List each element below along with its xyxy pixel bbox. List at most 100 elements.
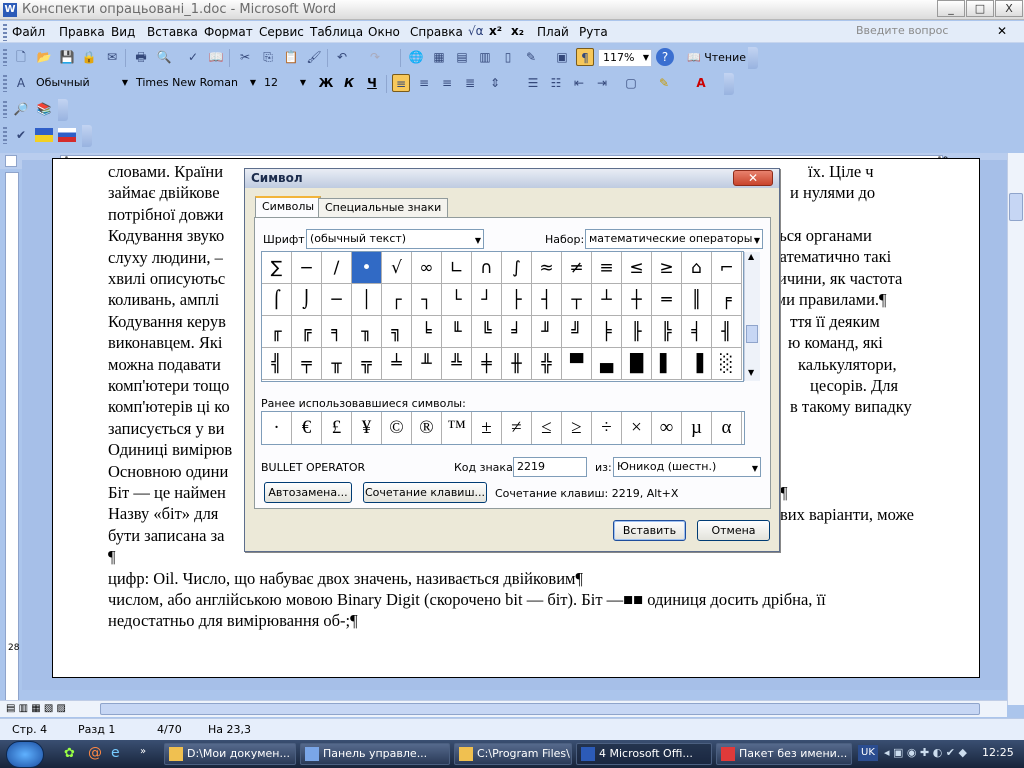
start-button[interactable] [6, 741, 44, 768]
document-line[interactable]: цифр: Oil. Число, що набуває двох значен… [108, 569, 583, 589]
new-document-icon[interactable]: 🗋 [12, 48, 30, 66]
document-line[interactable]: комп'ютери тощо [108, 376, 229, 396]
subscript-icon[interactable]: x₂ [511, 24, 524, 38]
underline-button[interactable]: Ч [363, 74, 381, 92]
ukrainian-flag-icon[interactable] [35, 128, 53, 142]
document-line[interactable]: Біт — це наймен [108, 483, 226, 503]
zoom-select[interactable]: 117% ▼ [598, 49, 652, 67]
scroll-thumb[interactable] [746, 325, 758, 343]
symbol-cell[interactable]: ∕ [322, 252, 352, 284]
symbol-cell[interactable]: ∑ [262, 252, 292, 284]
document-line[interactable]: Кодування керув [108, 312, 226, 332]
recent-symbol-cell[interactable]: ≤ [532, 412, 562, 444]
symbol-cell[interactable]: ═ [652, 284, 682, 316]
symbol-cell[interactable]: ╓ [262, 316, 292, 348]
menu-file[interactable]: Файл [12, 25, 45, 39]
highlight-icon[interactable]: ✎ [655, 74, 673, 92]
recent-symbol-cell[interactable]: ∞ [652, 412, 682, 444]
document-line[interactable]: хвилі описуютьс [108, 269, 225, 289]
line-spacing-icon[interactable]: ⇕ [486, 74, 504, 92]
document-line[interactable]: потрібної довжи [108, 205, 223, 225]
document-line[interactable]: бути записана за [108, 526, 224, 546]
increase-indent-icon[interactable]: ⇥ [593, 74, 611, 92]
menu-gripper[interactable] [3, 24, 7, 41]
symbol-cell[interactable]: ╤ [292, 348, 322, 380]
document-line[interactable]: коливань, амплі [108, 290, 219, 310]
recent-symbol-cell[interactable]: ≠ [502, 412, 532, 444]
menu-view[interactable]: Вид [111, 25, 135, 39]
symbol-cell[interactable]: ≤ [622, 252, 652, 284]
dialog-close-icon[interactable]: ✕ [733, 170, 773, 186]
symbol-cell[interactable]: • [352, 252, 382, 284]
equation-icon[interactable]: √α [468, 24, 484, 38]
symbol-cell[interactable]: ╗ [382, 316, 412, 348]
columns-icon[interactable]: ▯ [499, 48, 517, 66]
print-icon[interactable]: 🖶 [132, 48, 150, 66]
symbol-cell[interactable]: ∟ [442, 252, 472, 284]
symbol-cell[interactable]: ╨ [412, 348, 442, 380]
symbol-cell[interactable]: ╩ [442, 348, 472, 380]
symbol-cell[interactable]: ⌂ [682, 252, 712, 284]
document-line[interactable]: комп'ютерів ці ко [108, 397, 230, 417]
permission-icon[interactable]: 🔒 [80, 48, 98, 66]
drawing-icon[interactable]: ✎ [522, 48, 540, 66]
recent-symbol-cell[interactable]: · [262, 412, 292, 444]
bold-button[interactable]: Ж [317, 74, 335, 92]
symbol-cell[interactable]: ┐ [412, 284, 442, 316]
russian-flag-icon[interactable] [58, 128, 76, 142]
document-line[interactable]: слуху людини, – [108, 248, 223, 268]
menu-window[interactable]: Окно [368, 25, 400, 39]
autocorrect-button[interactable]: Автозамена... [264, 482, 352, 503]
symbol-cell[interactable]: ╜ [532, 316, 562, 348]
vertical-ruler[interactable]: 28 [5, 172, 19, 702]
task-control-panel[interactable]: Панель управле... [300, 743, 450, 765]
menu-insert[interactable]: Вставка [147, 25, 198, 39]
horizontal-scrollbar[interactable]: ▤ ▥ ▦ ▧ ▨ [0, 700, 1007, 717]
symbol-cell[interactable]: ┤ [532, 284, 562, 316]
styles-icon[interactable]: A [12, 74, 30, 92]
quicklaunch-butterfly-icon[interactable]: ✿ [64, 746, 75, 761]
doc-close-icon[interactable]: ✕ [997, 24, 1007, 38]
symbol-cell[interactable]: ┴ [592, 284, 622, 316]
view-buttons[interactable]: ▤ ▥ ▦ ▧ ▨ [6, 703, 66, 714]
superscript-icon[interactable]: x² [489, 24, 502, 38]
style-select[interactable]: Обычный ▼ [32, 75, 130, 93]
symbol-cell[interactable]: ╣ [262, 348, 292, 380]
align-right-icon[interactable]: ≡ [438, 74, 456, 92]
task-explorer-1[interactable]: D:\Мои докумен... [164, 743, 296, 765]
undo-icon[interactable]: ↶ [333, 48, 351, 66]
document-line[interactable]: можна подавати [108, 355, 221, 375]
symbol-grid[interactable]: ∑ − ∕ • √ ∞ ∟ ∩ ∫ ≈ ≠ ≡ ≤ ≥ ⌂ ⌐ ⌠ ⌡ ─ │ ┌ ┐ └ ┘ ├ ┤ ┬ ┴ ┼ ═ ║ ╒ ╓ ╔ ╕ ╖ ╗ ╘ ╙ ╚… [261, 251, 760, 382]
symbol-cell[interactable]: ╙ [442, 316, 472, 348]
symbol-cell[interactable]: ╝ [562, 316, 592, 348]
font-combo[interactable]: (обычный текст) ▼ [306, 229, 484, 249]
vertical-scrollbar[interactable] [1007, 153, 1024, 705]
symbol-cell[interactable]: ╧ [382, 348, 412, 380]
show-hide-icon[interactable]: ¶ [576, 48, 594, 66]
recent-symbol-cell[interactable]: ≥ [562, 412, 592, 444]
document-line[interactable]: займає двійкове [108, 183, 220, 203]
symbol-cell[interactable]: ╢ [712, 316, 742, 348]
web-tools-icon[interactable]: 🔎 [12, 100, 30, 118]
document-line[interactable]: числом, або англійською мовою Binary Dig… [108, 590, 826, 610]
borders-icon[interactable]: ▢ [622, 74, 640, 92]
help-icon[interactable]: ? [656, 48, 674, 66]
symbol-cell[interactable]: ╪ [472, 348, 502, 380]
menu-ruta[interactable]: Рута [579, 25, 608, 39]
document-line[interactable]: записується у ви [108, 419, 225, 439]
cut-icon[interactable]: ✂ [236, 48, 254, 66]
tab-special-chars[interactable]: Специальные знаки [318, 198, 449, 218]
symbol-cell[interactable]: █ [622, 348, 652, 380]
font-select[interactable]: Times New Roman ▼ [132, 75, 258, 93]
menu-tools[interactable]: Сервис [259, 25, 304, 39]
scroll-down-icon[interactable]: ▼ [748, 368, 754, 377]
redo-icon[interactable]: ↷ [366, 48, 384, 66]
recent-symbol-cell[interactable]: ¥ [352, 412, 382, 444]
recent-symbol-cell[interactable]: ® [412, 412, 442, 444]
scroll-up-icon[interactable]: ▲ [748, 252, 754, 261]
email-icon[interactable]: ✉ [103, 48, 121, 66]
document-line[interactable]: Одиниці вимірюв [108, 440, 232, 460]
symbol-cell[interactable]: ┌ [382, 284, 412, 316]
quicklaunch-opera-icon[interactable]: @ [88, 745, 102, 761]
document-line-fragment[interactable]: ття її деяким [790, 312, 880, 332]
